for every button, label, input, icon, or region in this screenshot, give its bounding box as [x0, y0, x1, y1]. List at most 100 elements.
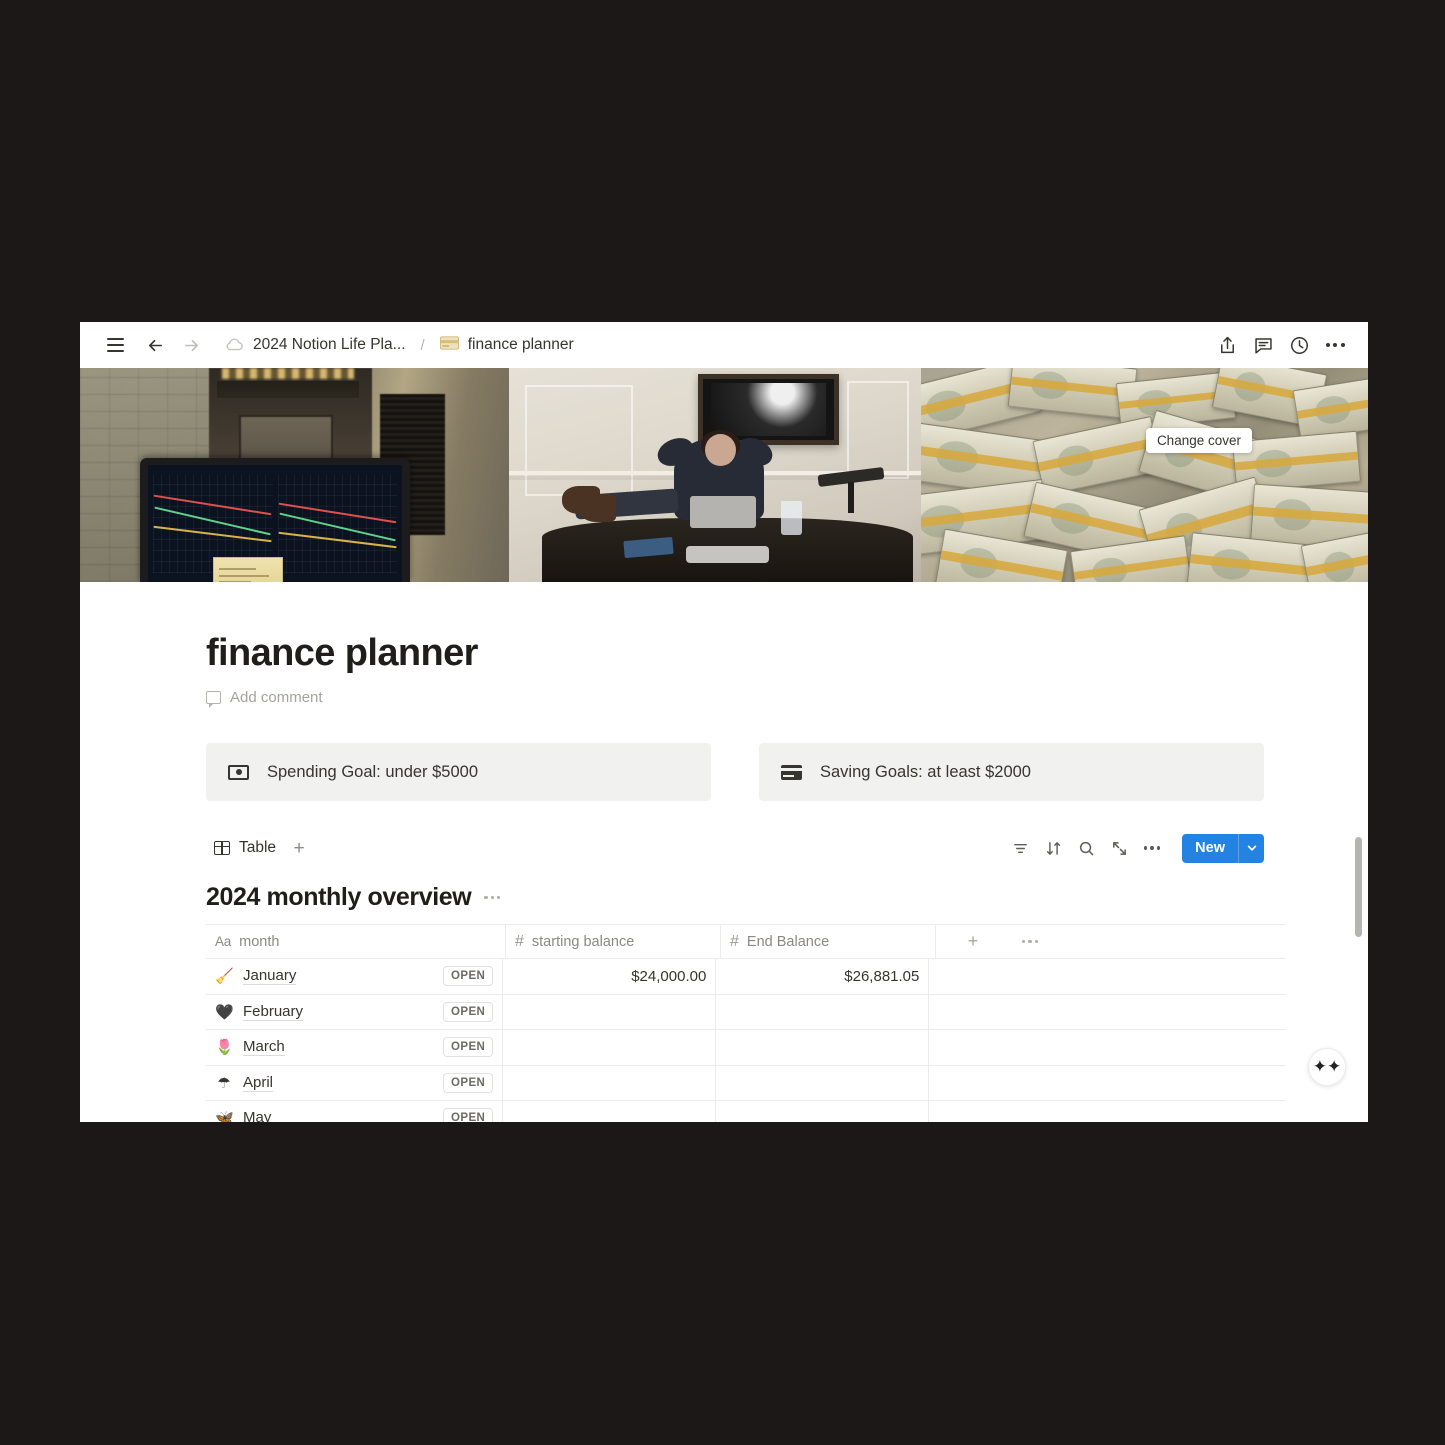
row-emoji-icon: 🖤	[215, 1003, 234, 1021]
table-row[interactable]: 🖤 February OPEN	[206, 994, 1286, 1030]
table-row[interactable]: 🦋 May OPEN	[206, 1101, 1286, 1122]
cell-starting-balance[interactable]	[503, 994, 717, 1029]
open-button[interactable]: OPEN	[443, 1108, 494, 1122]
credit-card-icon	[781, 764, 802, 780]
cover-pane-laptop-trading-charts-coffee-shop	[80, 368, 509, 582]
hamburger-icon[interactable]	[100, 330, 130, 360]
add-column-button[interactable]: +	[936, 925, 1010, 958]
change-cover-button[interactable]: Change cover	[1145, 428, 1252, 453]
comment-icon	[206, 691, 221, 708]
open-button[interactable]: OPEN	[443, 1037, 494, 1058]
sort-icon[interactable]	[1039, 834, 1067, 862]
vertical-scrollbar[interactable]	[1355, 837, 1362, 937]
cell-month[interactable]: 🦋 May OPEN	[206, 1101, 504, 1122]
table-header-row: Aa month # starting balance # End Balanc…	[206, 925, 1286, 959]
cell-starting-balance[interactable]: $24,000.00	[503, 959, 717, 994]
database-title[interactable]: 2024 monthly overview	[206, 883, 472, 912]
cell-end-balance[interactable]	[716, 1065, 930, 1100]
column-header-starting-balance[interactable]: # starting balance	[506, 925, 721, 958]
breadcrumb-separator: /	[420, 336, 425, 354]
cell-month-label: April	[243, 1073, 274, 1092]
cell-end-balance[interactable]	[716, 994, 930, 1029]
column-header-month-label: month	[239, 933, 280, 950]
history-icon[interactable]	[1284, 330, 1314, 360]
screenshot-canvas: 2024 Notion Life Pla... / finance planne…	[0, 0, 1445, 1445]
tab-table-view[interactable]: Table	[206, 834, 284, 862]
callout-saving-goals[interactable]: Saving Goals: at least $2000	[759, 743, 1264, 801]
open-button[interactable]: OPEN	[443, 966, 494, 987]
arrow-left-icon[interactable]	[140, 330, 170, 360]
cell-starting-balance[interactable]	[503, 1065, 717, 1100]
page-body: finance planner Add comment Spending Goa…	[80, 582, 1368, 1122]
column-header-end-balance-label: End Balance	[746, 933, 830, 950]
cell-month-label: February	[243, 1002, 304, 1021]
cell-end-balance[interactable]: $26,881.05	[716, 959, 930, 994]
database-toolbar: Table + New	[206, 829, 1264, 867]
cell-starting-balance[interactable]	[503, 1030, 717, 1065]
credit-card-icon	[439, 335, 459, 355]
cover-pane-stacks-of-cash	[921, 368, 1368, 582]
table-row[interactable]: ☂ April OPEN	[206, 1065, 1286, 1101]
table-row[interactable]: 🌷 March OPEN	[206, 1030, 1286, 1066]
cell-month-label: March	[243, 1038, 285, 1057]
search-icon[interactable]	[1072, 834, 1100, 862]
filter-icon[interactable]	[1006, 834, 1034, 862]
breadcrumb-parent[interactable]: 2024 Notion Life Pla...	[220, 333, 411, 357]
table-row[interactable]: 🧹 January OPEN $24,000.00 $26,881.05	[206, 959, 1286, 995]
cell-empty	[929, 1101, 1286, 1122]
top-navigation-bar: 2024 Notion Life Pla... / finance planne…	[80, 322, 1368, 368]
column-header-starting-balance-label: starting balance	[531, 933, 635, 950]
cell-starting-balance[interactable]	[503, 1101, 717, 1122]
cell-month[interactable]: 🌷 March OPEN	[206, 1030, 504, 1065]
add-comment-label: Add comment	[230, 689, 323, 706]
page-title[interactable]: finance planner	[206, 582, 1264, 675]
database-title-row: 2024 monthly overview	[206, 883, 1264, 912]
cell-empty	[929, 995, 1286, 1030]
cell-month[interactable]: 🖤 February OPEN	[206, 994, 504, 1029]
open-button[interactable]: OPEN	[443, 1001, 494, 1022]
cover-pane-woman-relaxing-at-desk	[508, 368, 922, 582]
number-type-icon: #	[730, 932, 739, 950]
table-more-icon[interactable]	[1010, 925, 1050, 958]
cell-month-label: May	[243, 1109, 271, 1122]
more-options-icon[interactable]	[1138, 834, 1166, 862]
more-options-icon[interactable]	[1320, 330, 1350, 360]
comment-icon[interactable]	[1248, 330, 1278, 360]
database-view-tabs: Table +	[206, 834, 310, 862]
breadcrumb: 2024 Notion Life Pla... / finance planne…	[220, 333, 579, 358]
breadcrumb-parent-label: 2024 Notion Life Pla...	[253, 336, 406, 353]
row-emoji-icon: 🌷	[215, 1039, 234, 1057]
ai-sparkle-icon[interactable]: ✦✦	[1308, 1048, 1346, 1086]
column-header-month[interactable]: Aa month	[206, 925, 506, 958]
notion-app-window: 2024 Notion Life Pla... / finance planne…	[80, 322, 1368, 1122]
cell-end-balance[interactable]	[716, 1030, 930, 1065]
callout-spending-goal-text: Spending Goal: under $5000	[267, 762, 479, 781]
new-button-label: New	[1195, 840, 1225, 856]
cell-month[interactable]: 🧹 January OPEN	[206, 959, 504, 994]
share-icon[interactable]	[1212, 330, 1242, 360]
row-emoji-icon: 🧹	[215, 968, 234, 986]
database-more-icon[interactable]	[484, 895, 500, 900]
expand-icon[interactable]	[1105, 834, 1133, 862]
cell-month-label: January	[243, 967, 297, 986]
callout-spending-goal[interactable]: Spending Goal: under $5000	[206, 743, 711, 801]
new-button[interactable]: New	[1182, 833, 1264, 863]
money-icon	[228, 764, 249, 780]
text-type-icon: Aa	[215, 934, 232, 949]
add-comment-row[interactable]: Add comment	[206, 689, 1264, 708]
breadcrumb-current-label: finance planner	[467, 336, 574, 353]
cell-month[interactable]: ☂ April OPEN	[206, 1065, 504, 1100]
arrow-right-icon[interactable]	[176, 330, 206, 360]
chevron-down-icon[interactable]	[1238, 833, 1264, 863]
database-actions: New	[1006, 833, 1264, 863]
cloud-icon	[225, 338, 244, 352]
database-table: Aa month # starting balance # End Balanc…	[206, 924, 1286, 1122]
cell-end-balance[interactable]	[716, 1101, 930, 1122]
add-view-button[interactable]: +	[288, 837, 310, 859]
page-cover-image[interactable]: Change cover	[80, 368, 1368, 582]
topbar-left-group: 2024 Notion Life Pla... / finance planne…	[100, 330, 1212, 360]
open-button[interactable]: OPEN	[443, 1072, 494, 1093]
column-header-end-balance[interactable]: # End Balance	[721, 925, 936, 958]
cell-empty	[929, 959, 1286, 994]
breadcrumb-current[interactable]: finance planner	[435, 333, 579, 358]
